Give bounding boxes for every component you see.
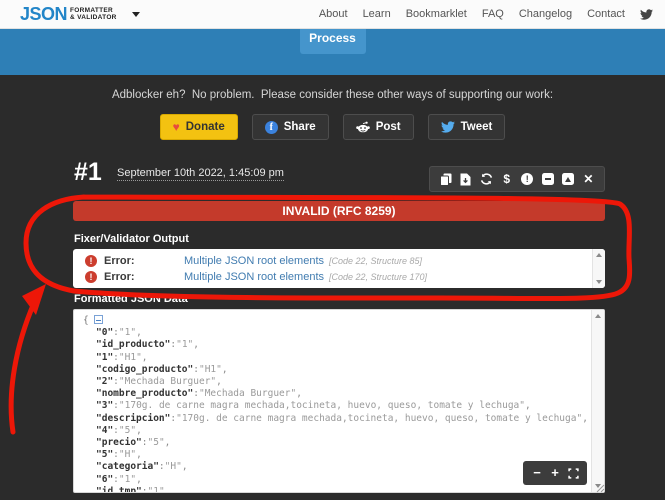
zoom-out-icon[interactable]: − bbox=[528, 466, 546, 480]
json-line: { bbox=[83, 314, 591, 327]
error-row: ! Error: Multiple JSON root elements [Code … bbox=[85, 270, 605, 284]
json-line: "id_producto":"1", bbox=[83, 339, 591, 351]
json-line: "1":"H1", bbox=[83, 352, 591, 364]
close-icon[interactable]: ✕ bbox=[582, 172, 595, 186]
error-message-link[interactable]: Multiple JSON root elements bbox=[184, 255, 324, 267]
donate-button[interactable]: ♥ Donate bbox=[160, 114, 238, 140]
adblock-message: Adblocker eh? No problem. Please conside… bbox=[0, 89, 665, 101]
copy-icon[interactable] bbox=[439, 172, 452, 186]
json-line: "precio":"5", bbox=[83, 437, 591, 449]
json-line: "3":"170g. de carne magra mechada,tocine… bbox=[83, 400, 591, 412]
nav-link-faq[interactable]: FAQ bbox=[482, 8, 504, 20]
facebook-icon: f bbox=[265, 121, 278, 134]
validator-scrollbar[interactable] bbox=[592, 249, 605, 288]
error-icon: ! bbox=[85, 271, 97, 283]
heart-icon: ♥ bbox=[173, 120, 180, 134]
json-line: "0":"1", bbox=[83, 327, 591, 339]
logo-subtitle-line1: FORMATTER bbox=[70, 7, 117, 14]
logo-subtitle-line2: & VALIDATOR bbox=[70, 14, 117, 21]
chevron-down-icon[interactable] bbox=[132, 12, 140, 17]
error-detail: [Code 22, Structure 170] bbox=[329, 272, 427, 282]
error-list: ! Error: Multiple JSON root elements [Code … bbox=[73, 249, 605, 284]
nav-link-learn[interactable]: Learn bbox=[363, 8, 391, 20]
nav-link-changelog[interactable]: Changelog bbox=[519, 8, 572, 20]
error-info-icon[interactable]: ! bbox=[521, 172, 534, 186]
site-logo[interactable]: JSON FORMATTER & VALIDATOR bbox=[20, 4, 140, 25]
json-line: "5":"H", bbox=[83, 449, 591, 461]
result-timestamp[interactable]: September 10th 2022, 1:45:09 pm bbox=[117, 167, 284, 181]
top-nav: About Learn Bookmarklet FAQ Changelog Contact bbox=[319, 8, 665, 20]
json-line: "nombre_producto":"Mechada Burguer", bbox=[83, 388, 591, 400]
json-line: "categoria":"H", bbox=[83, 461, 591, 473]
error-label: Error: bbox=[104, 255, 154, 267]
twitter-icon[interactable] bbox=[640, 9, 653, 20]
collapse-icon[interactable] bbox=[541, 172, 554, 186]
status-banner: INVALID (RFC 8259) bbox=[73, 201, 605, 221]
validator-output-box: ! Error: Multiple JSON root elements [Code … bbox=[73, 249, 605, 288]
support-buttons: ♥ Donate f Share Post Tweet bbox=[0, 114, 665, 140]
error-label: Error: bbox=[104, 271, 154, 283]
result-index: #1 bbox=[74, 158, 102, 187]
open-brace: { bbox=[83, 315, 89, 326]
resize-grip-icon[interactable] bbox=[596, 484, 605, 493]
page: JSON FORMATTER & VALIDATOR About Learn Boo… bbox=[0, 0, 665, 500]
error-row: ! Error: Multiple JSON root elements [Code … bbox=[85, 254, 605, 268]
json-line: "2":"Mechada Burguer", bbox=[83, 376, 591, 388]
fullscreen-icon[interactable] bbox=[564, 466, 582, 480]
scroll-up-icon[interactable] bbox=[596, 253, 602, 257]
error-message-link[interactable]: Multiple JSON root elements bbox=[184, 271, 324, 283]
nav-link-contact[interactable]: Contact bbox=[587, 8, 625, 20]
dollar-icon[interactable]: $ bbox=[500, 172, 513, 186]
json-line: "4":"5", bbox=[83, 425, 591, 437]
button-label: Donate bbox=[186, 121, 225, 133]
post-button[interactable]: Post bbox=[343, 114, 414, 140]
scroll-top-icon[interactable] bbox=[562, 172, 575, 186]
file-export-icon[interactable] bbox=[459, 172, 472, 186]
button-label: Post bbox=[376, 121, 401, 133]
formatted-json-box: {"0":"1","id_producto":"1","1":"H1","cod… bbox=[73, 309, 605, 493]
result-toolbar: $! ✕ bbox=[429, 166, 605, 192]
error-icon: ! bbox=[85, 255, 97, 267]
reddit-icon bbox=[356, 121, 370, 133]
zoom-in-icon[interactable]: + bbox=[546, 466, 564, 480]
scroll-up-icon[interactable] bbox=[595, 314, 601, 318]
logo-subtitle: FORMATTER & VALIDATOR bbox=[70, 7, 117, 21]
collapse-toggle-icon[interactable] bbox=[94, 315, 103, 324]
json-line: "descripcion":"170g. de carne magra mech… bbox=[83, 413, 591, 425]
nav-link-bookmarklet[interactable]: Bookmarklet bbox=[406, 8, 467, 20]
scroll-down-icon[interactable] bbox=[596, 280, 602, 284]
site-header: JSON FORMATTER & VALIDATOR About Learn Boo… bbox=[0, 0, 665, 29]
hero-band: Process bbox=[0, 29, 665, 75]
share-button[interactable]: f Share bbox=[252, 114, 329, 140]
formatted-json-heading: Formatted JSON Data bbox=[74, 293, 188, 305]
json-zoom-toolbar: − + bbox=[523, 461, 587, 485]
button-label: Tweet bbox=[461, 121, 493, 133]
json-line: "6":"1", bbox=[83, 474, 591, 486]
error-detail: [Code 22, Structure 85] bbox=[329, 256, 422, 266]
validator-output-heading: Fixer/Validator Output bbox=[74, 233, 189, 245]
nav-link-about[interactable]: About bbox=[319, 8, 348, 20]
reprocess-icon[interactable] bbox=[480, 172, 493, 186]
logo-text-json: JSON bbox=[20, 4, 67, 25]
process-button[interactable]: Process bbox=[300, 29, 366, 54]
twitter-blue-icon bbox=[441, 121, 455, 133]
json-code: {"0":"1","id_producto":"1","1":"H1","cod… bbox=[74, 310, 591, 492]
json-line: "id_tmp":"1", bbox=[83, 486, 591, 492]
json-scrollbar[interactable] bbox=[591, 310, 604, 492]
json-line: "codigo_producto":"H1", bbox=[83, 364, 591, 376]
tweet-button[interactable]: Tweet bbox=[428, 114, 506, 140]
button-label: Share bbox=[284, 121, 316, 133]
